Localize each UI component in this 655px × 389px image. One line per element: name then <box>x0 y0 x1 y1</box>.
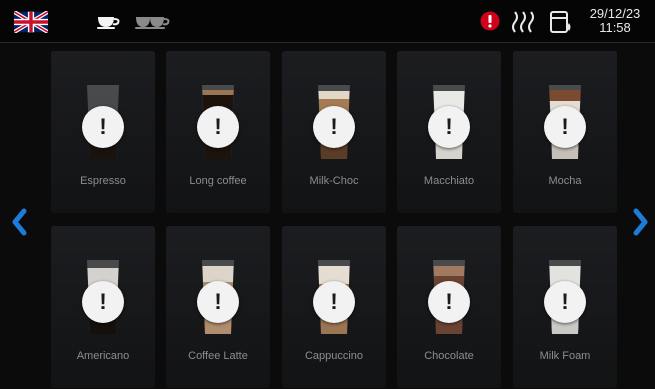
warning-icon: ! <box>197 106 239 148</box>
product-grid: ! Espresso ! Long coffee ! Milk-Choc ! M… <box>51 51 617 389</box>
product-tile-macchiato[interactable]: ! Macchiato <box>397 51 501 213</box>
warning-icon: ! <box>544 106 586 148</box>
product-label: Espresso <box>80 175 126 187</box>
product-label: Coffee Latte <box>188 350 248 362</box>
product-tile-chocolate[interactable]: ! Chocolate <box>397 226 501 388</box>
single-cup-icon[interactable] <box>96 14 122 30</box>
product-label: Milk Foam <box>539 350 591 362</box>
product-tile-americano[interactable]: ! Americano <box>51 226 155 388</box>
chevron-right-icon[interactable] <box>630 207 650 237</box>
warning-icon: ! <box>428 106 470 148</box>
warning-icon: ! <box>544 281 586 323</box>
product-label: Macchiato <box>423 175 475 187</box>
warning-icon: ! <box>82 281 124 323</box>
product-label: Americano <box>76 350 130 362</box>
status-bar: 29/12/23 11:58 <box>0 0 655 43</box>
product-tile-milk-foam[interactable]: ! Milk Foam <box>513 226 617 388</box>
product-label: Long coffee <box>189 175 247 187</box>
product-label: Milk-Choc <box>309 175 359 187</box>
chevron-left-icon[interactable] <box>10 207 30 237</box>
waste-bin-icon[interactable] <box>548 9 574 35</box>
product-label: Chocolate <box>424 350 474 362</box>
product-tile-cappuccino[interactable]: ! Cappuccino <box>282 226 386 388</box>
product-tile-espresso[interactable]: ! Espresso <box>51 51 155 213</box>
product-tile-coffee-latte[interactable]: ! Coffee Latte <box>166 226 270 388</box>
warning-icon: ! <box>313 281 355 323</box>
product-label: Cappuccino <box>304 350 364 362</box>
warning-icon: ! <box>197 281 239 323</box>
warning-icon: ! <box>82 106 124 148</box>
date-text: 29/12/23 <box>589 6 641 21</box>
product-tile-long-coffee[interactable]: ! Long coffee <box>166 51 270 213</box>
product-label: Mocha <box>548 175 582 187</box>
date-time: 29/12/23 11:58 <box>582 7 648 35</box>
uk-flag-icon[interactable] <box>14 11 48 33</box>
product-tile-milk-choc[interactable]: ! Milk-Choc <box>282 51 386 213</box>
double-cup-icon[interactable] <box>134 14 172 30</box>
warning-icon: ! <box>313 106 355 148</box>
time-text: 11:58 <box>599 20 631 35</box>
warning-icon[interactable] <box>480 11 500 31</box>
heating-icon <box>512 11 534 33</box>
product-tile-mocha[interactable]: ! Mocha <box>513 51 617 213</box>
warning-icon: ! <box>428 281 470 323</box>
